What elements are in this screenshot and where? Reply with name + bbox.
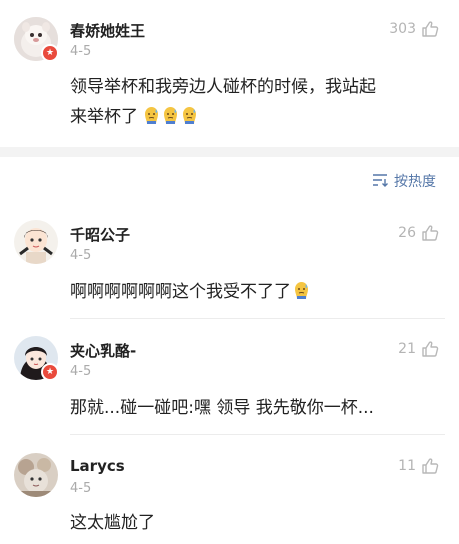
comment-author[interactable]: 夹心乳酪- (70, 340, 136, 361)
comment-author[interactable]: 春娇她姓王 (70, 20, 145, 41)
like-count: 26 (398, 225, 416, 241)
sweat-emoji-icon (293, 280, 310, 299)
comment-date: 4-5 (70, 248, 92, 263)
comment-text: 那就...碰一碰吧:嘿 领导 我先敬你一杯... (70, 398, 374, 418)
comment-date: 4-5 (70, 481, 92, 496)
reply-separator (70, 434, 445, 435)
sweat-emoji-icon (181, 105, 198, 124)
avatar[interactable] (14, 453, 58, 497)
like-count: 11 (398, 458, 416, 474)
thumbs-up-icon[interactable] (421, 20, 439, 38)
verified-badge-icon (41, 363, 59, 381)
section-divider (0, 147, 459, 157)
comment-text-line1: 啊啊啊啊啊啊这个我受不了了 (70, 282, 291, 302)
verified-badge-icon (41, 44, 59, 62)
thumbs-up-icon[interactable] (421, 340, 439, 358)
sweat-emoji-icon (162, 105, 179, 124)
thumbs-up-icon[interactable] (421, 457, 439, 475)
thumbs-up-icon[interactable] (421, 224, 439, 242)
comment-text: 这太尴尬了 (70, 513, 155, 533)
comment-date: 4-5 (70, 44, 92, 59)
like-count: 303 (389, 21, 416, 37)
reply-separator (70, 318, 445, 319)
avatar[interactable] (14, 220, 58, 264)
comment-text: 领导举杯和我旁边人碰杯的时候，我站起 来举杯了 (70, 72, 450, 132)
comment-author[interactable]: 千昭公子 (70, 224, 130, 245)
comment-text: 啊啊啊啊啊啊这个我受不了了 (70, 277, 450, 307)
sweat-emoji-icon (143, 105, 160, 124)
comment-author[interactable]: Larycs (70, 457, 125, 475)
comment-text-line2: 来举杯了 (70, 107, 138, 127)
like-count: 21 (398, 341, 416, 357)
comment-text-line1: 领导举杯和我旁边人碰杯的时候，我站起 (70, 77, 376, 97)
sort-by-hot-button[interactable]: 按热度 (394, 171, 436, 191)
comment-date: 4-5 (70, 364, 92, 379)
sort-lines-icon[interactable] (371, 172, 389, 188)
